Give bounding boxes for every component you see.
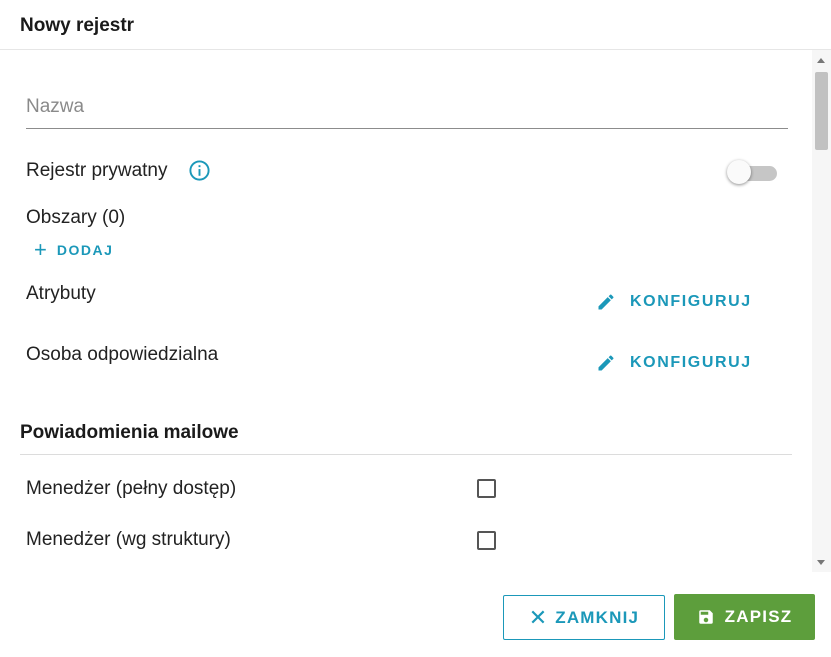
name-field[interactable] — [26, 92, 788, 129]
add-area-button[interactable]: + DODAJ — [34, 237, 114, 262]
save-icon — [698, 610, 713, 624]
scroll-down-arrow-icon[interactable] — [817, 560, 825, 565]
email-notifications-title: Powiadomienia mailowe — [20, 422, 239, 443]
manager-structure-checkbox[interactable] — [477, 531, 496, 550]
configure-attributes-button[interactable]: KONFIGURUJ — [596, 288, 752, 316]
save-button[interactable]: ZAPISZ — [674, 594, 815, 640]
manager-full-access-label: Menedżer (pełny dostęp) — [26, 478, 237, 499]
areas-label: Obszary (0) — [26, 207, 126, 228]
content-scrollbar[interactable] — [812, 50, 831, 572]
attributes-label: Atrybuty — [26, 283, 96, 304]
manager-structure-label: Menedżer (wg struktury) — [26, 529, 231, 550]
add-label: DODAJ — [56, 242, 114, 258]
close-icon: ✕ — [528, 604, 548, 630]
close-label: ZAMKNIJ — [555, 607, 640, 627]
scroll-thumb[interactable] — [815, 72, 828, 150]
dialog-header: Nowy rejestr — [0, 0, 831, 50]
configure-label: KONFIGURUJ — [630, 354, 752, 371]
toggle-knob — [727, 160, 751, 184]
save-label: ZAPISZ — [724, 607, 793, 626]
dialog-title: Nowy rejestr — [20, 15, 135, 36]
configure-label: KONFIGURUJ — [630, 293, 752, 310]
private-register-label: Rejestr prywatny — [26, 160, 168, 181]
section-divider — [20, 454, 792, 455]
info-icon[interactable] — [188, 159, 211, 182]
pencil-icon — [598, 355, 614, 371]
configure-responsible-button[interactable]: KONFIGURUJ — [596, 349, 752, 377]
responsible-person-label: Osoba odpowiedzialna — [26, 344, 219, 365]
name-input[interactable] — [26, 92, 788, 122]
close-button[interactable]: ✕ ZAMKNIJ — [503, 595, 665, 640]
dialog-content: Rejestr prywatny Obszary (0) + DODAJ Atr… — [0, 50, 812, 572]
plus-icon: + — [34, 237, 47, 262]
private-toggle[interactable] — [727, 158, 779, 186]
scroll-up-arrow-icon[interactable] — [817, 58, 825, 63]
manager-full-access-checkbox[interactable] — [477, 479, 496, 498]
pencil-icon — [598, 294, 614, 310]
